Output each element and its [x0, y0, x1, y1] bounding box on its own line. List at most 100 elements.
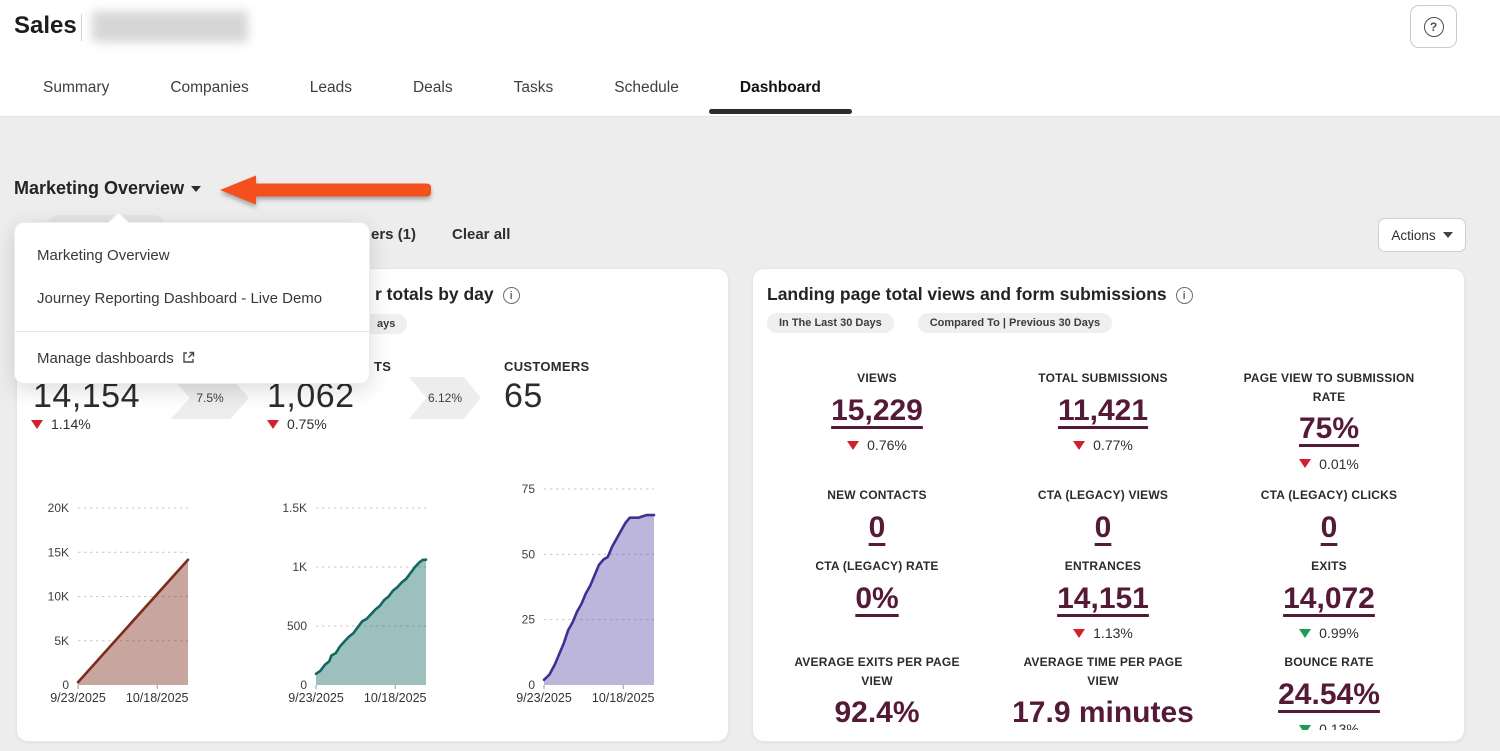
help-button[interactable]: ? [1410, 5, 1457, 48]
metric-label: EXITS [1237, 557, 1422, 576]
metric-label: BOUNCE RATE [1237, 653, 1422, 672]
metric-delta: 0.01% [1216, 456, 1442, 472]
info-icon[interactable]: i [1176, 287, 1193, 304]
funnel-stage2-delta: 0.75% [267, 416, 327, 432]
card-bottom-clip [754, 730, 1463, 740]
metric-value[interactable]: 75% [1216, 412, 1442, 447]
metric-average-exits-per-page-view: AVERAGE EXITS PER PAGE VIEW 92.4% [764, 649, 990, 737]
metric-delta: 1.13% [990, 625, 1216, 641]
metric-entrances: ENTRANCES14,1511.13% [990, 553, 1216, 649]
dropdown-item-manage-dashboards[interactable]: Manage dashboards [37, 350, 195, 367]
svg-text:0: 0 [300, 678, 307, 692]
dropdown-item-1[interactable]: Marketing Overview [37, 247, 170, 264]
app-title: Sales [14, 12, 77, 40]
area-chart-stage1: 05K10K15K20K9/23/202510/18/2025 [21, 476, 201, 716]
metric-cta-legacy-rate: CTA (LEGACY) RATE 0% [764, 553, 990, 649]
triangle-down-red-icon [847, 441, 859, 450]
funnel-stage1-delta-value: 1.14% [51, 416, 91, 432]
funnel-conversion-chevron-2: 6.12% [409, 377, 481, 419]
screen: Sales ? Summary Companies Leads Deals Tasks S… [0, 0, 1500, 751]
metric-cta-legacy-clicks: CTA (LEGACY) CLICKS 0 [1216, 482, 1442, 553]
metric-value[interactable]: 0 [764, 511, 990, 546]
metric-page-view-to-submission-rate: PAGE VIEW TO SUBMISSION RATE75%0.01% [1216, 365, 1442, 482]
funnel-stage1-delta: 1.14% [31, 416, 91, 432]
metric-value[interactable]: 15,229 [764, 394, 990, 429]
svg-text:75: 75 [522, 482, 536, 496]
svg-text:1K: 1K [292, 560, 307, 574]
metric-label: CTA (LEGACY) RATE [785, 557, 970, 576]
triangle-down-green-icon [1299, 629, 1311, 638]
dropdown-item-2[interactable]: Journey Reporting Dashboard - Live Demo [37, 290, 322, 307]
info-icon[interactable]: i [503, 287, 520, 304]
tab-dashboard[interactable]: Dashboard [740, 79, 821, 97]
tab-tasks[interactable]: Tasks [514, 79, 554, 97]
metric-value[interactable]: 14,151 [990, 582, 1216, 617]
clear-all-button[interactable]: Clear all [452, 226, 510, 243]
dashboard-selector[interactable]: Marketing Overview [14, 178, 201, 199]
actions-button-label: Actions [1391, 228, 1435, 243]
metric-exits: EXITS 14,072 0.99% [1216, 553, 1442, 649]
annotation-arrow [216, 172, 434, 208]
metric-value: 92.4% [764, 696, 990, 731]
funnel-card-title-fragment: r totals by day [375, 284, 494, 304]
triangle-down-red-icon [1299, 459, 1311, 468]
metrics-grid: VIEWS 15,229 0.76% TOTAL SUBMISSIONS 11,421 0… [764, 365, 1453, 737]
metric-delta-value: 1.13% [1093, 625, 1133, 641]
tab-leads[interactable]: Leads [310, 79, 352, 97]
tab-companies[interactable]: Companies [170, 79, 248, 97]
date-range-badge-1: In The Last 30 Days [767, 313, 894, 333]
funnel-stage2-delta-value: 0.75% [287, 416, 327, 432]
metric-delta-value: 0.77% [1093, 437, 1133, 453]
metric-delta-value: 0.01% [1319, 456, 1359, 472]
svg-text:25: 25 [522, 613, 536, 627]
metric-value[interactable]: 0% [764, 582, 990, 617]
metric-views: VIEWS 15,229 0.76% [764, 365, 990, 482]
metric-delta-value: 0.99% [1319, 625, 1359, 641]
filters-count-label[interactable]: ers (1) [371, 226, 416, 243]
metric-label: AVERAGE TIME PER PAGE VIEW [1011, 653, 1196, 690]
date-range-badge-2: Compared To | Previous 30 Days [918, 313, 1112, 333]
tab-summary[interactable]: Summary [43, 79, 109, 97]
tab-schedule[interactable]: Schedule [614, 79, 679, 97]
svg-text:15K: 15K [48, 545, 69, 559]
metric-value[interactable]: 14,072 [1216, 582, 1442, 617]
metric-delta: 0.76% [764, 437, 990, 453]
metric-delta: 0.77% [990, 437, 1216, 453]
triangle-down-red-icon [267, 420, 279, 429]
triangle-down-red-icon [1073, 441, 1085, 450]
svg-text:500: 500 [287, 619, 307, 633]
metric-delta: 0.99% [1216, 625, 1442, 641]
metric-label: CTA (LEGACY) CLICKS [1237, 486, 1422, 505]
metric-new-contacts: NEW CONTACTS 0 [764, 482, 990, 553]
actions-button[interactable]: Actions [1378, 218, 1466, 252]
svg-text:0: 0 [62, 678, 69, 692]
metric-value[interactable]: 11,421 [990, 394, 1216, 429]
svg-text:9/23/2025: 9/23/2025 [50, 691, 106, 705]
funnel-stage2-label-fragment: TS [374, 359, 391, 374]
funnel-stage3-label: CUSTOMERS [504, 359, 590, 374]
metric-label: VIEWS [785, 369, 970, 388]
metric-value: 17.9 minutes [990, 696, 1216, 731]
landing-page-card-title: Landing page total views and form submis… [767, 284, 1193, 305]
question-icon: ? [1424, 17, 1444, 37]
svg-text:10/18/2025: 10/18/2025 [126, 691, 189, 705]
funnel-stage3-value: 65 [504, 377, 543, 416]
svg-text:1.5K: 1.5K [282, 501, 307, 515]
tab-deals[interactable]: Deals [413, 79, 453, 97]
funnel-card-title: r totals by day i [375, 284, 520, 305]
triangle-down-red-icon [1073, 629, 1085, 638]
svg-text:9/23/2025: 9/23/2025 [516, 691, 572, 705]
redacted-record-name [92, 11, 248, 42]
landing-page-card-title-text: Landing page total views and form submis… [767, 284, 1167, 304]
metric-label: CTA (LEGACY) VIEWS [1011, 486, 1196, 505]
chevron-down-icon [1443, 232, 1453, 238]
metric-label: NEW CONTACTS [785, 486, 970, 505]
metric-label: AVERAGE EXITS PER PAGE VIEW [785, 653, 970, 690]
metric-value[interactable]: 0 [1216, 511, 1442, 546]
metric-cta-legacy-views: CTA (LEGACY) VIEWS 0 [990, 482, 1216, 553]
metric-average-time-per-page-view: AVERAGE TIME PER PAGE VIEW 17.9 minutes [990, 649, 1216, 737]
metric-value[interactable]: 0 [990, 511, 1216, 546]
funnel-conversion-1: 7.5% [196, 391, 223, 405]
metric-value[interactable]: 24.54% [1216, 678, 1442, 713]
metric-label: TOTAL SUBMISSIONS [1011, 369, 1196, 388]
